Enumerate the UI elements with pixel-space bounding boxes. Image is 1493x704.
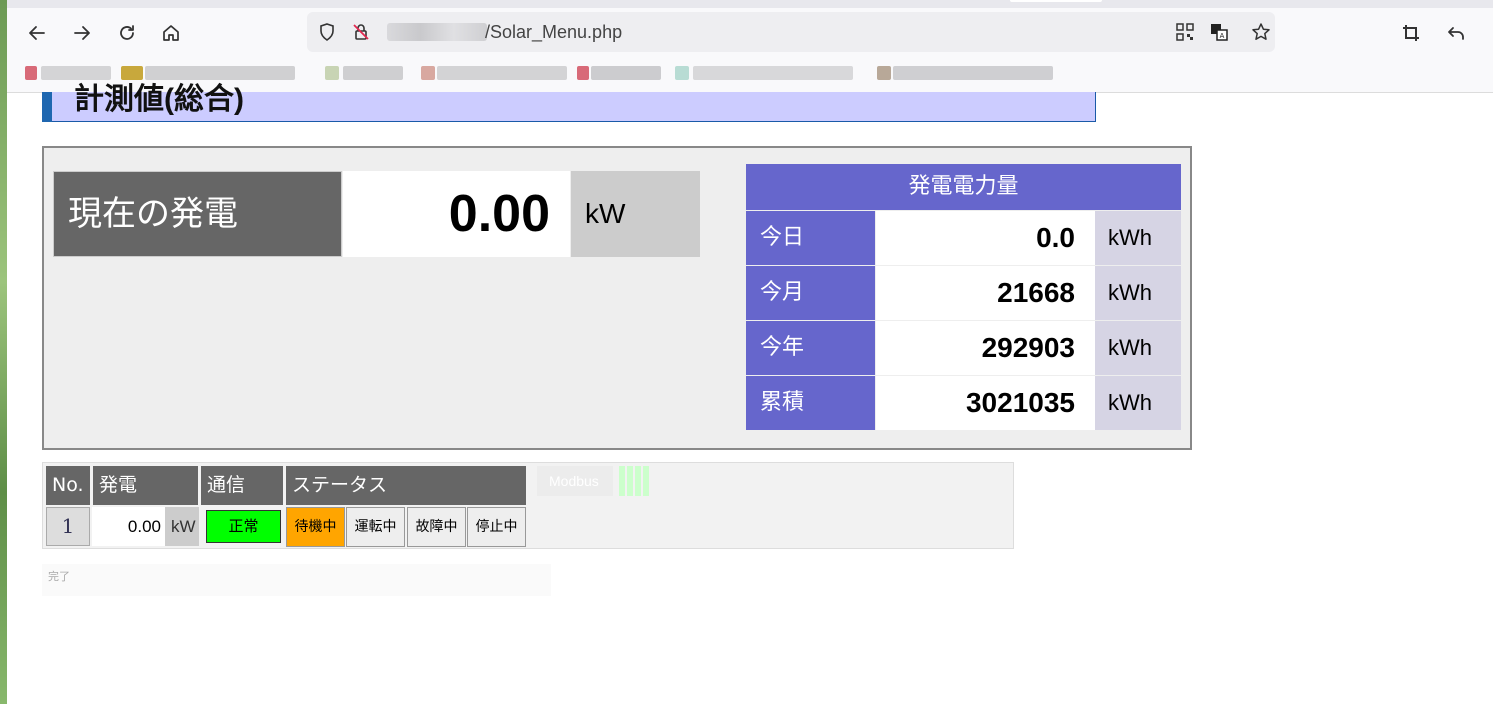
bookmark-favicon[interactable]: [325, 66, 339, 80]
home-icon[interactable]: [157, 20, 185, 46]
energy-row-value: 3021035: [876, 376, 1095, 430]
energy-row-unit: kWh: [1095, 266, 1181, 320]
energy-row-value: 21668: [876, 266, 1095, 320]
energy-row-unit: kWh: [1095, 321, 1181, 375]
bookmark-item[interactable]: [693, 66, 853, 80]
address-bar[interactable]: /Solar_Menu.php A: [307, 12, 1275, 52]
title-accent: [42, 92, 52, 122]
modbus-activity-bar: [619, 466, 625, 496]
column-header-power: 発電: [93, 466, 198, 505]
current-power-value: 0.00: [343, 171, 570, 257]
current-power-unit: kW: [571, 171, 700, 257]
svg-text:A: A: [1220, 33, 1225, 40]
modbus-activity-bar: [635, 466, 641, 496]
inverter-power-value: 0.00: [92, 507, 165, 546]
qr-code-icon[interactable]: [1175, 22, 1195, 42]
column-header-comm: 通信: [201, 466, 283, 505]
desktop-background: [0, 0, 7, 704]
bookmark-favicon[interactable]: [675, 66, 689, 80]
bookmark-item[interactable]: [343, 66, 403, 80]
energy-table-header: 発電電力量: [746, 164, 1181, 210]
energy-row-label: 累積: [746, 376, 875, 430]
back-icon[interactable]: [23, 20, 51, 46]
bookmark-favicon[interactable]: [25, 66, 37, 80]
energy-row-label: 今月: [746, 266, 875, 320]
energy-row-unit: kWh: [1095, 211, 1181, 265]
page-title: 計測値(総合): [74, 83, 244, 116]
status-message: 完了: [42, 564, 551, 596]
blurred-host: [387, 23, 487, 41]
page-title-bar: 計測値(総合): [42, 83, 1096, 122]
energy-row-value: 292903: [876, 321, 1095, 375]
reload-icon[interactable]: [113, 20, 141, 46]
bookmark-item[interactable]: [591, 66, 661, 80]
status-running: 運転中: [346, 507, 405, 547]
url-path[interactable]: /Solar_Menu.php: [485, 22, 622, 43]
status-fault: 故障中: [407, 507, 466, 547]
comm-status-badge: 正常: [206, 510, 281, 543]
tab-strip: [7, 0, 1493, 8]
energy-row-value: 0.0: [876, 211, 1095, 265]
column-header-status: ステータス: [286, 466, 526, 505]
translate-icon[interactable]: A: [1209, 22, 1229, 42]
insecure-lock-icon[interactable]: [351, 22, 371, 42]
bookmark-item[interactable]: [893, 66, 1053, 80]
crop-icon[interactable]: [1397, 20, 1425, 46]
energy-row-year: 今年 292903 kWh: [746, 321, 1181, 375]
modbus-activity-bar: [627, 466, 633, 496]
energy-table: 発電電力量 今日 0.0 kWh 今月 21668 kWh 今年 292903 …: [746, 164, 1181, 430]
modbus-activity-bar: [643, 466, 649, 496]
forward-icon[interactable]: [68, 20, 96, 46]
inverter-power-unit: kW: [165, 507, 199, 546]
status-stopped: 停止中: [467, 507, 526, 547]
energy-row-label: 今年: [746, 321, 875, 375]
energy-row-month: 今月 21668 kWh: [746, 266, 1181, 320]
undo-icon[interactable]: [1442, 20, 1470, 46]
bookmark-favicon[interactable]: [877, 66, 891, 80]
status-standby: 待機中: [286, 507, 345, 547]
modbus-indicator: Modbus: [537, 466, 613, 496]
shield-icon[interactable]: [317, 22, 337, 42]
energy-row-today: 今日 0.0 kWh: [746, 211, 1181, 265]
current-power-label: 現在の発電: [53, 171, 342, 257]
energy-row-label: 今日: [746, 211, 875, 265]
bookmark-favicon[interactable]: [421, 66, 435, 80]
active-tab[interactable]: [1010, 0, 1102, 2]
star-icon[interactable]: [1251, 22, 1271, 42]
energy-row-unit: kWh: [1095, 376, 1181, 430]
inverter-number-button[interactable]: 1: [46, 507, 90, 546]
bookmark-favicon[interactable]: [577, 66, 589, 80]
energy-row-total: 累積 3021035 kWh: [746, 376, 1181, 430]
bookmark-item[interactable]: [437, 66, 567, 80]
column-header-no: No.: [46, 466, 90, 505]
